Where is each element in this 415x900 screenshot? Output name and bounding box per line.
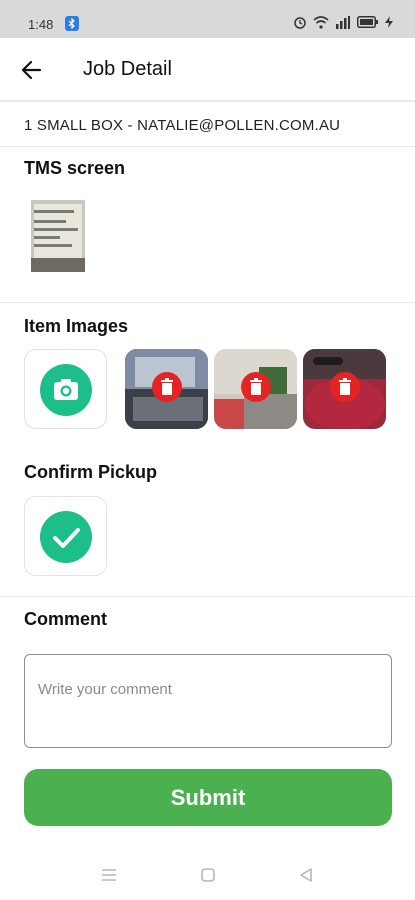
divider — [0, 146, 415, 147]
page-title: Job Detail — [83, 58, 172, 80]
trash-icon — [161, 378, 173, 395]
status-bar: 1:48 — [0, 0, 415, 38]
bluetooth-icon — [65, 16, 79, 31]
tms-screen-image[interactable] — [31, 200, 85, 272]
delete-image-button[interactable] — [152, 372, 182, 402]
wifi-icon — [313, 15, 329, 29]
delete-image-button[interactable] — [330, 372, 360, 402]
item-image-thumbnail[interactable] — [214, 349, 297, 429]
system-nav-bar — [0, 850, 415, 900]
check-icon — [40, 511, 92, 563]
trash-icon — [250, 378, 262, 395]
charging-icon — [385, 16, 393, 28]
back-icon[interactable] — [298, 867, 314, 883]
comment-field[interactable] — [24, 654, 392, 748]
confirm-pickup-button[interactable] — [24, 496, 107, 576]
submit-button[interactable]: Submit — [24, 769, 392, 826]
signal-icon — [336, 15, 350, 29]
item-image-thumbnail[interactable] — [303, 349, 386, 429]
divider — [0, 596, 415, 597]
app-bar: Job Detail — [0, 38, 415, 102]
add-photo-button[interactable] — [24, 349, 107, 429]
item-image-thumbnail[interactable] — [125, 349, 208, 429]
section-title-tms: TMS screen — [24, 158, 126, 178]
status-time: 1:48 — [28, 17, 54, 32]
comment-input[interactable] — [38, 681, 378, 698]
menu-icon[interactable] — [100, 867, 118, 883]
home-icon[interactable] — [200, 867, 216, 883]
status-icons — [293, 15, 393, 29]
trash-icon — [339, 378, 351, 395]
divider — [0, 302, 415, 303]
alarm-icon — [294, 17, 306, 29]
section-title-confirm-pickup: Confirm Pickup — [24, 462, 158, 482]
battery-icon — [357, 16, 378, 28]
back-arrow-icon[interactable] — [18, 56, 46, 84]
camera-icon — [40, 364, 92, 416]
delete-image-button[interactable] — [241, 372, 271, 402]
section-title-item-images: Item Images — [24, 316, 129, 336]
section-title-comment: Comment — [24, 609, 108, 629]
job-summary: 1 SMALL BOX - NATALIE@POLLEN.COM.AU — [24, 117, 341, 134]
